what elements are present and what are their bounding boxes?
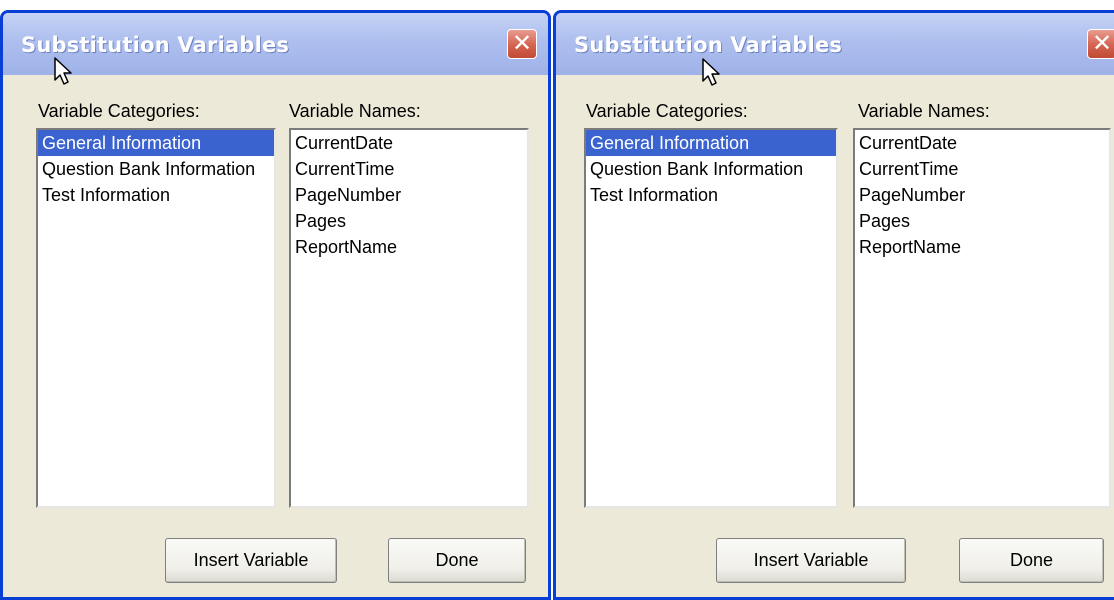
variable-categories-list[interactable]: General Information Question Bank Inform… xyxy=(36,128,276,508)
list-item[interactable]: Pages xyxy=(291,208,527,234)
substitution-variables-dialog-2: Substitution Variables ✕ Variable Catego… xyxy=(553,10,1114,600)
mouse-pointer-icon xyxy=(54,57,72,85)
done-button[interactable]: Done xyxy=(959,538,1104,583)
dialog-title: Substitution Variables xyxy=(574,33,843,57)
list-item[interactable]: ReportName xyxy=(291,234,527,260)
substitution-variables-dialog-1: Substitution Variables ✕ Variable Catego… xyxy=(0,10,551,600)
list-item[interactable]: Test Information xyxy=(586,182,836,208)
list-item[interactable]: Question Bank Information xyxy=(586,156,836,182)
list-item[interactable]: PageNumber xyxy=(855,182,1109,208)
done-button[interactable]: Done xyxy=(388,538,526,583)
close-icon: ✕ xyxy=(1091,29,1113,57)
variable-categories-list[interactable]: General Information Question Bank Inform… xyxy=(584,128,838,508)
list-item[interactable]: CurrentTime xyxy=(291,156,527,182)
close-icon: ✕ xyxy=(511,29,533,57)
list-item[interactable]: Question Bank Information xyxy=(38,156,274,182)
variable-names-label: Variable Names: xyxy=(289,101,421,121)
list-item[interactable]: General Information xyxy=(38,130,274,156)
mouse-pointer-icon xyxy=(702,58,720,86)
insert-variable-button[interactable]: Insert Variable xyxy=(716,538,906,583)
insert-variable-button[interactable]: Insert Variable xyxy=(165,538,337,583)
list-item[interactable]: CurrentDate xyxy=(291,130,527,156)
list-item[interactable]: PageNumber xyxy=(291,182,527,208)
list-item[interactable]: Pages xyxy=(855,208,1109,234)
close-button[interactable]: ✕ xyxy=(1087,29,1114,59)
dialog-title: Substitution Variables xyxy=(21,33,290,57)
title-bar[interactable]: Substitution Variables ✕ xyxy=(556,13,1114,75)
variable-categories-label: Variable Categories: xyxy=(38,101,200,121)
list-item[interactable]: CurrentTime xyxy=(855,156,1109,182)
variable-names-list[interactable]: CurrentDate CurrentTime PageNumber Pages… xyxy=(853,128,1111,508)
variable-names-label: Variable Names: xyxy=(858,101,990,121)
variable-categories-label: Variable Categories: xyxy=(586,101,748,121)
variable-names-list[interactable]: CurrentDate CurrentTime PageNumber Pages… xyxy=(289,128,529,508)
list-item[interactable]: General Information xyxy=(586,130,836,156)
list-item[interactable]: Test Information xyxy=(38,182,274,208)
title-bar[interactable]: Substitution Variables ✕ xyxy=(3,13,548,75)
close-button[interactable]: ✕ xyxy=(507,29,537,59)
list-item[interactable]: CurrentDate xyxy=(855,130,1109,156)
list-item[interactable]: ReportName xyxy=(855,234,1109,260)
